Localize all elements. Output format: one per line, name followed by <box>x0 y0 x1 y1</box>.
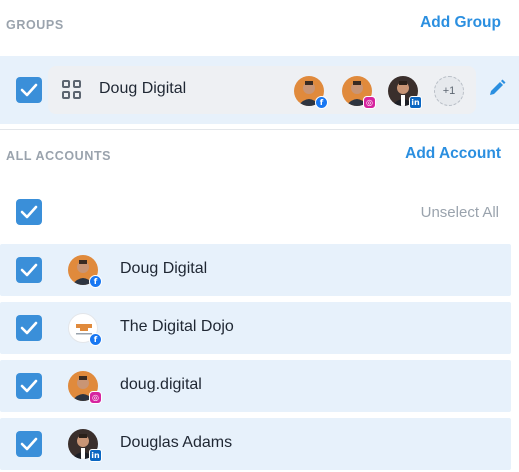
account-checkbox[interactable] <box>16 315 42 341</box>
account-checkbox[interactable] <box>16 257 42 283</box>
account-name: The Digital Dojo <box>120 318 234 335</box>
pencil-icon[interactable] <box>487 78 507 98</box>
check-icon <box>20 321 38 335</box>
divider <box>0 129 519 130</box>
check-icon <box>20 83 38 97</box>
avatar: f <box>294 76 328 109</box>
accounts-header: ALL ACCOUNTS Add Account <box>0 141 519 171</box>
group-checkbox[interactable] <box>16 77 42 103</box>
avatar: in <box>388 76 422 109</box>
avatar: in <box>68 429 102 462</box>
add-group-button[interactable]: Add Group <box>420 14 501 32</box>
unselect-all-button[interactable]: Unselect All <box>421 204 499 221</box>
account-row[interactable]: ◎ doug.digital <box>0 360 511 412</box>
groups-header: GROUPS Add Group <box>0 10 519 40</box>
check-icon <box>20 263 38 277</box>
account-row[interactable]: in Douglas Adams <box>0 418 511 470</box>
add-account-button[interactable]: Add Account <box>405 145 501 163</box>
select-all-checkbox[interactable] <box>16 199 42 225</box>
avatar: ◎ <box>68 371 102 404</box>
groups-section-label: GROUPS <box>6 18 64 32</box>
account-row[interactable]: f The Digital Dojo <box>0 302 511 354</box>
instagram-icon: ◎ <box>363 96 376 109</box>
avatar: f <box>68 313 102 346</box>
select-all-row: Unselect All <box>0 186 519 238</box>
avatar: ◎ <box>342 76 376 109</box>
facebook-icon: f <box>315 96 328 109</box>
linkedin-icon: in <box>89 449 102 462</box>
facebook-icon: f <box>89 333 102 346</box>
group-name: Doug Digital <box>99 80 187 97</box>
facebook-icon: f <box>89 275 102 288</box>
check-icon <box>20 379 38 393</box>
check-icon <box>20 437 38 451</box>
instagram-icon: ◎ <box>89 391 102 404</box>
account-name: Douglas Adams <box>120 434 233 451</box>
check-icon <box>20 205 38 219</box>
account-name: doug.digital <box>120 376 202 393</box>
more-accounts-badge: +1 <box>434 76 464 106</box>
account-name: Doug Digital <box>120 260 208 277</box>
avatar: f <box>68 255 102 288</box>
account-checkbox[interactable] <box>16 373 42 399</box>
accounts-section-label: ALL ACCOUNTS <box>6 149 112 163</box>
account-row[interactable]: f Doug Digital <box>0 244 511 296</box>
linkedin-icon: in <box>409 96 422 109</box>
account-checkbox[interactable] <box>16 431 42 457</box>
grid-icon <box>62 80 82 100</box>
